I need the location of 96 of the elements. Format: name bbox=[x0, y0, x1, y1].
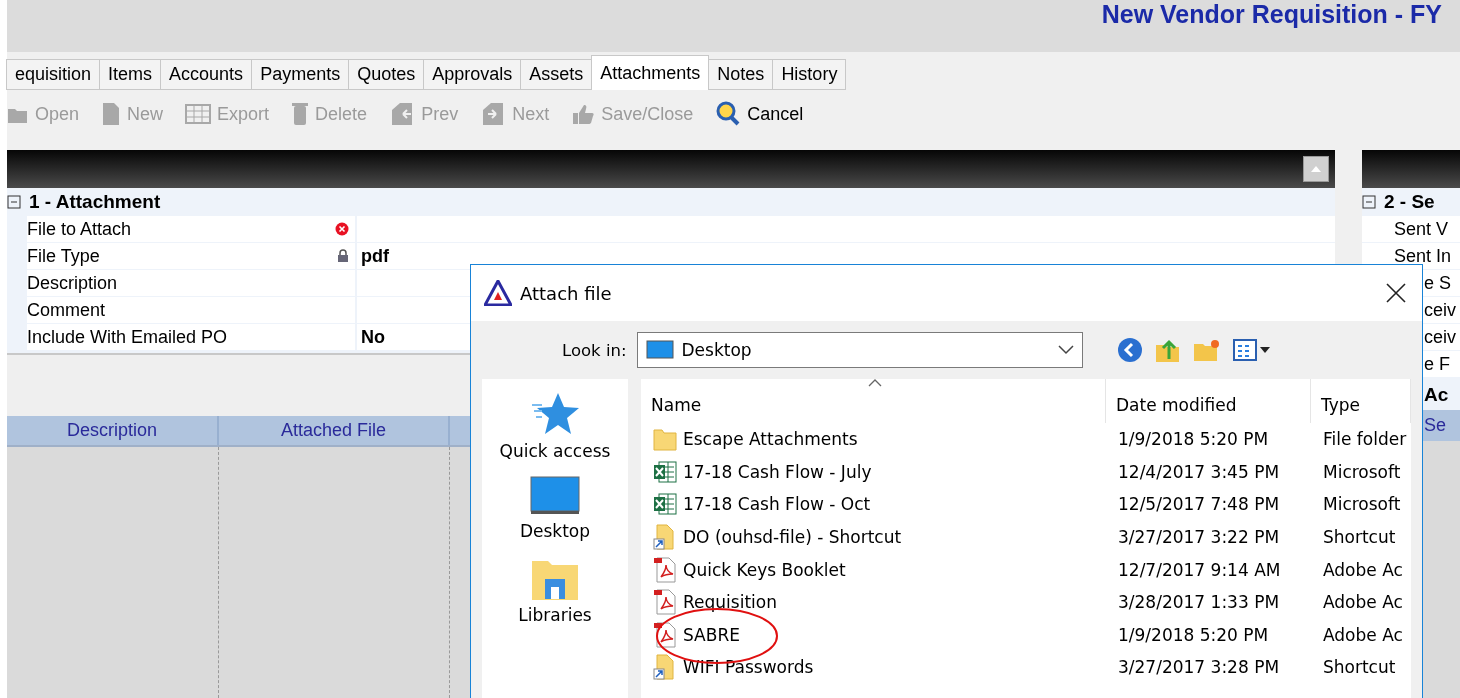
tab[interactable]: Items bbox=[99, 59, 162, 90]
file-type: Microsoft bbox=[1323, 461, 1401, 482]
triangle-up-icon bbox=[1310, 165, 1322, 173]
sort-caret-icon bbox=[868, 379, 882, 387]
place-shortcut[interactable]: Libraries bbox=[518, 555, 592, 625]
file-name[interactable]: 17-18 Cash Flow - Oct bbox=[683, 494, 871, 515]
subsection-title: Ac bbox=[1424, 384, 1449, 406]
column-header[interactable]: Date modified bbox=[1116, 395, 1237, 415]
file-row[interactable]: Quick Keys Booklet 12/7/2017 9:14 AM Adobe Ac bbox=[641, 553, 1411, 586]
pdf-file-icon bbox=[653, 556, 677, 583]
folder-icon bbox=[653, 427, 677, 452]
tab[interactable]: Assets bbox=[520, 59, 593, 90]
file-type: File folder bbox=[1323, 429, 1407, 450]
file-row[interactable]: DO (ouhsd-file) - Shortcut 3/27/2017 3:22 PM Shortcut bbox=[641, 520, 1411, 554]
new-folder-button[interactable] bbox=[1192, 338, 1221, 362]
tab[interactable]: Approvals bbox=[423, 59, 522, 90]
collapse-icon[interactable] bbox=[7, 195, 21, 209]
column-header[interactable]: Se bbox=[1424, 415, 1447, 436]
property-label-text: Include With Emailed PO bbox=[27, 326, 228, 348]
document-icon bbox=[101, 102, 122, 126]
column-header[interactable]: Type bbox=[1321, 395, 1361, 415]
page-title: New Vendor Requisition - FY bbox=[1101, 0, 1442, 28]
section-title: 2 - Se bbox=[1384, 191, 1435, 213]
tab[interactable]: Attachments bbox=[591, 55, 710, 90]
place-shortcut[interactable]: Desktop bbox=[519, 475, 591, 541]
lock-icon bbox=[337, 249, 349, 263]
up-folder-button[interactable] bbox=[1154, 337, 1181, 363]
view-menu-button[interactable] bbox=[1232, 338, 1273, 362]
pdf-file-icon bbox=[653, 589, 677, 616]
file-date: 12/5/2017 7:48 PM bbox=[1118, 494, 1280, 515]
shortcut-folder-icon bbox=[653, 524, 677, 551]
file-type: Adobe Ac bbox=[1323, 559, 1403, 580]
file-name[interactable]: 17-18 Cash Flow - July bbox=[683, 461, 872, 482]
error-icon bbox=[335, 222, 349, 236]
tab[interactable]: Accounts bbox=[160, 59, 253, 90]
section-title: 1 - Attachment bbox=[29, 191, 161, 213]
file-date: 12/7/2017 9:14 AM bbox=[1118, 559, 1281, 580]
file-date: 3/27/2017 3:28 PM bbox=[1118, 657, 1280, 678]
monitor-icon bbox=[645, 340, 674, 360]
property-label-text: Comment bbox=[27, 299, 106, 321]
file-row[interactable]: 17-18 Cash Flow - July 12/4/2017 3:45 PM Microsoft bbox=[641, 455, 1411, 489]
spreadsheet-icon bbox=[653, 459, 677, 484]
file-type: Shortcut bbox=[1323, 527, 1396, 548]
file-date: 3/28/2017 1:33 PM bbox=[1118, 592, 1280, 613]
column-header[interactable]: Attached File bbox=[280, 420, 387, 441]
file-row[interactable]: Escape Attachments 1/9/2018 5:20 PM File folder bbox=[641, 423, 1411, 456]
property-label-text: File Type bbox=[27, 245, 100, 267]
file-date: 1/9/2018 5:20 PM bbox=[1118, 429, 1269, 450]
property-label-text: e F bbox=[1424, 353, 1450, 375]
file-name[interactable]: Requisition bbox=[683, 592, 777, 613]
column-header[interactable]: Name bbox=[651, 395, 702, 415]
file-row[interactable]: 17-18 Cash Flow - Oct 12/5/2017 7:48 PM Microsoft bbox=[641, 488, 1411, 521]
file-row[interactable]: Requisition 3/28/2017 1:33 PM Adobe Ac bbox=[641, 585, 1411, 619]
back-button[interactable] bbox=[1116, 337, 1143, 363]
file-name[interactable]: DO (ouhsd-file) - Shortcut bbox=[683, 527, 902, 548]
tab[interactable]: equisition bbox=[6, 59, 101, 90]
file-date: 12/4/2017 3:45 PM bbox=[1118, 461, 1280, 482]
file-name[interactable]: Quick Keys Booklet bbox=[683, 559, 846, 580]
collapse-icon[interactable] bbox=[1362, 195, 1376, 209]
monitor-icon bbox=[530, 475, 580, 517]
file-date: 3/27/2017 3:22 PM bbox=[1118, 527, 1280, 548]
property-label-text: e S bbox=[1424, 272, 1452, 294]
magnifier-icon bbox=[715, 101, 742, 127]
file-type: Microsoft bbox=[1323, 494, 1401, 515]
scroll-up-button[interactable] bbox=[1303, 156, 1329, 182]
file-name[interactable]: Escape Attachments bbox=[683, 429, 858, 450]
look-in-dropdown[interactable]: Desktop bbox=[636, 332, 1083, 368]
spreadsheet-icon bbox=[653, 492, 677, 517]
property-label-text: ceiv bbox=[1424, 299, 1456, 321]
dialog-title: Attach file bbox=[520, 282, 613, 304]
property-label-text: File to Attach bbox=[27, 218, 132, 240]
tab[interactable]: Notes bbox=[708, 59, 774, 90]
file-type: Adobe Ac bbox=[1323, 592, 1403, 613]
tab[interactable]: Quotes bbox=[348, 59, 425, 90]
thumb-icon bbox=[571, 103, 596, 125]
chevron-down-icon bbox=[1057, 345, 1074, 355]
file-type: Adobe Ac bbox=[1323, 624, 1403, 645]
property-label-text: Description bbox=[27, 272, 118, 294]
file-name[interactable]: SABRE bbox=[683, 624, 740, 645]
table-icon bbox=[185, 103, 212, 125]
shortcut-folder-icon bbox=[653, 654, 677, 681]
look-in-label: Look in: bbox=[562, 340, 627, 360]
place-shortcut[interactable]: Quick access bbox=[499, 391, 611, 461]
tab[interactable]: Payments bbox=[251, 59, 350, 90]
property-label-text: ceiv bbox=[1424, 326, 1456, 348]
tab[interactable]: History bbox=[772, 59, 847, 90]
star-icon bbox=[530, 391, 580, 437]
toolbar-button[interactable]: Cancel bbox=[715, 101, 804, 127]
property-label-text: Sent In bbox=[1394, 245, 1452, 267]
file-date: 1/9/2018 5:20 PM bbox=[1118, 624, 1269, 645]
trash-icon bbox=[291, 102, 310, 126]
file-row[interactable]: SABRE 1/9/2018 5:20 PM Adobe Ac bbox=[641, 618, 1411, 652]
app-logo-icon bbox=[484, 280, 512, 306]
column-header[interactable]: Description bbox=[66, 420, 157, 441]
property-label-text: Sent V bbox=[1394, 218, 1449, 240]
file-type: Shortcut bbox=[1323, 657, 1396, 678]
